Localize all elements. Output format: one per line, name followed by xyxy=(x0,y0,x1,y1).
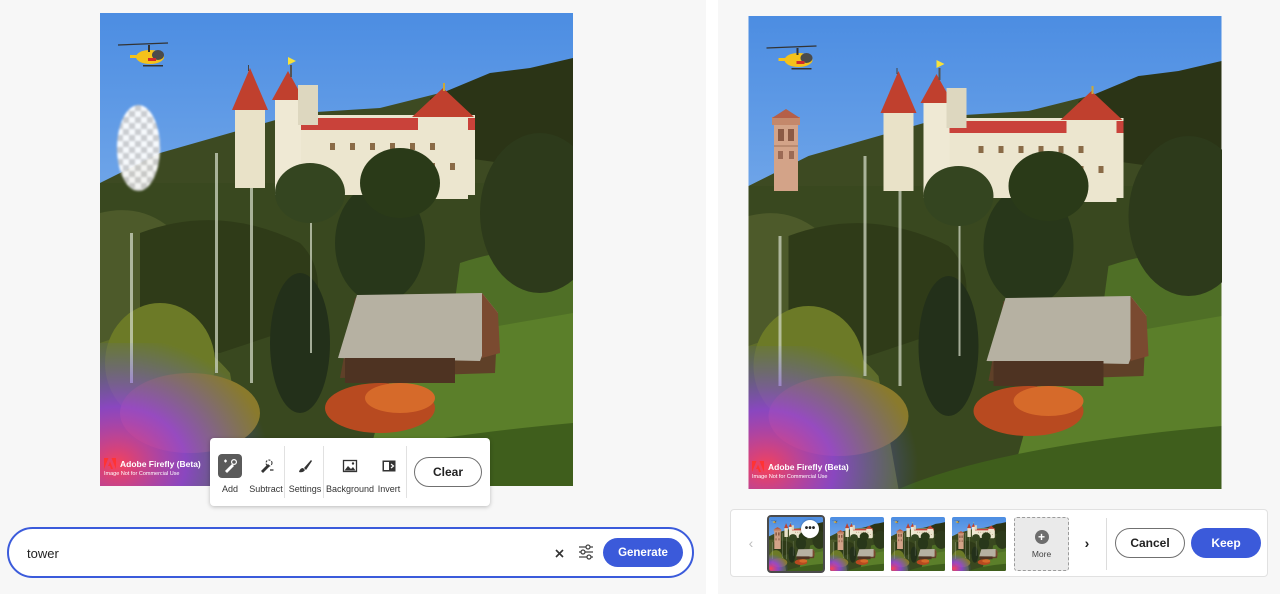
cancel-button[interactable]: Cancel xyxy=(1115,528,1185,558)
image-canvas[interactable]: Adobe Firefly (Beta) Image Not for Comme… xyxy=(100,13,573,486)
chevron-left-icon[interactable]: ‹ xyxy=(745,534,757,552)
clear-button[interactable]: Clear xyxy=(414,457,482,487)
more-horizontal-icon[interactable]: ••• xyxy=(801,520,819,538)
tool-subtract[interactable]: Subtract xyxy=(246,438,286,506)
tool-label: Background xyxy=(325,484,375,494)
result-canvas[interactable]: Adobe Firefly (Beta) Image Not for Comme… xyxy=(748,16,1222,489)
toolbar-separator xyxy=(406,446,407,498)
variation-thumbnail[interactable] xyxy=(952,517,1006,571)
prompt-bar: Generate xyxy=(7,527,694,578)
brush-toolbar: Add Subtract Settings Background Invert … xyxy=(210,438,490,506)
tool-label: Invert xyxy=(377,484,401,494)
brush-add-icon xyxy=(218,454,242,478)
thumbnail-image xyxy=(830,517,884,571)
sliders-icon[interactable] xyxy=(577,543,595,561)
variation-thumbnail[interactable] xyxy=(891,517,945,571)
prompt-input[interactable] xyxy=(27,542,507,564)
thumbnail-image xyxy=(952,517,1006,571)
erased-mask-area xyxy=(117,105,160,191)
landscape-image-with-tower xyxy=(748,16,1222,489)
chevron-right-icon[interactable]: › xyxy=(1081,534,1093,552)
watermark: Adobe Firefly (Beta) Image Not for Comme… xyxy=(752,461,849,480)
right-panel: Adobe Firefly (Beta) Image Not for Comme… xyxy=(718,0,1280,594)
tool-invert[interactable]: Invert xyxy=(375,438,403,506)
watermark-title: Adobe Firefly (Beta) xyxy=(120,458,201,469)
toolbar-separator xyxy=(323,446,324,498)
tool-label: Add xyxy=(221,484,238,494)
generated-tower xyxy=(772,109,800,191)
watermark-subtitle: Image Not for Commercial Use xyxy=(104,471,180,477)
watermark-title: Adobe Firefly (Beta) xyxy=(768,461,849,472)
close-icon[interactable] xyxy=(552,545,566,561)
tool-add[interactable]: Add xyxy=(214,438,246,506)
variation-thumbnail[interactable] xyxy=(830,517,884,571)
brush-settings-icon xyxy=(293,454,317,478)
background-image-icon xyxy=(338,454,362,478)
tool-label: Subtract xyxy=(249,484,283,494)
left-panel: Adobe Firefly (Beta) Image Not for Comme… xyxy=(0,0,706,594)
keep-button[interactable]: Keep xyxy=(1191,528,1261,558)
watermark-subtitle: Image Not for Commercial Use xyxy=(752,474,828,480)
variation-thumbnail[interactable]: ••• xyxy=(767,515,825,573)
toolbar-separator xyxy=(284,446,285,498)
plus-circle-icon: + xyxy=(1034,529,1049,544)
brush-subtract-icon xyxy=(254,454,278,478)
invert-icon xyxy=(377,454,401,478)
more-label: More xyxy=(1031,548,1052,559)
landscape-image xyxy=(100,13,573,486)
adobe-logo-icon xyxy=(752,461,764,472)
adobe-logo-icon xyxy=(104,458,116,469)
tool-label: Settings xyxy=(288,484,322,494)
watermark: Adobe Firefly (Beta) Image Not for Comme… xyxy=(104,458,201,477)
variation-bar: ‹ ••• + More › Cancel Keep xyxy=(730,509,1268,577)
tool-settings[interactable]: Settings xyxy=(286,438,324,506)
more-button[interactable]: + More xyxy=(1014,517,1069,571)
panel-divider xyxy=(706,0,718,594)
tool-background[interactable]: Background xyxy=(325,438,375,506)
thumbnail-image xyxy=(891,517,945,571)
generate-button[interactable]: Generate xyxy=(603,538,683,567)
variation-bar-separator xyxy=(1106,518,1107,570)
